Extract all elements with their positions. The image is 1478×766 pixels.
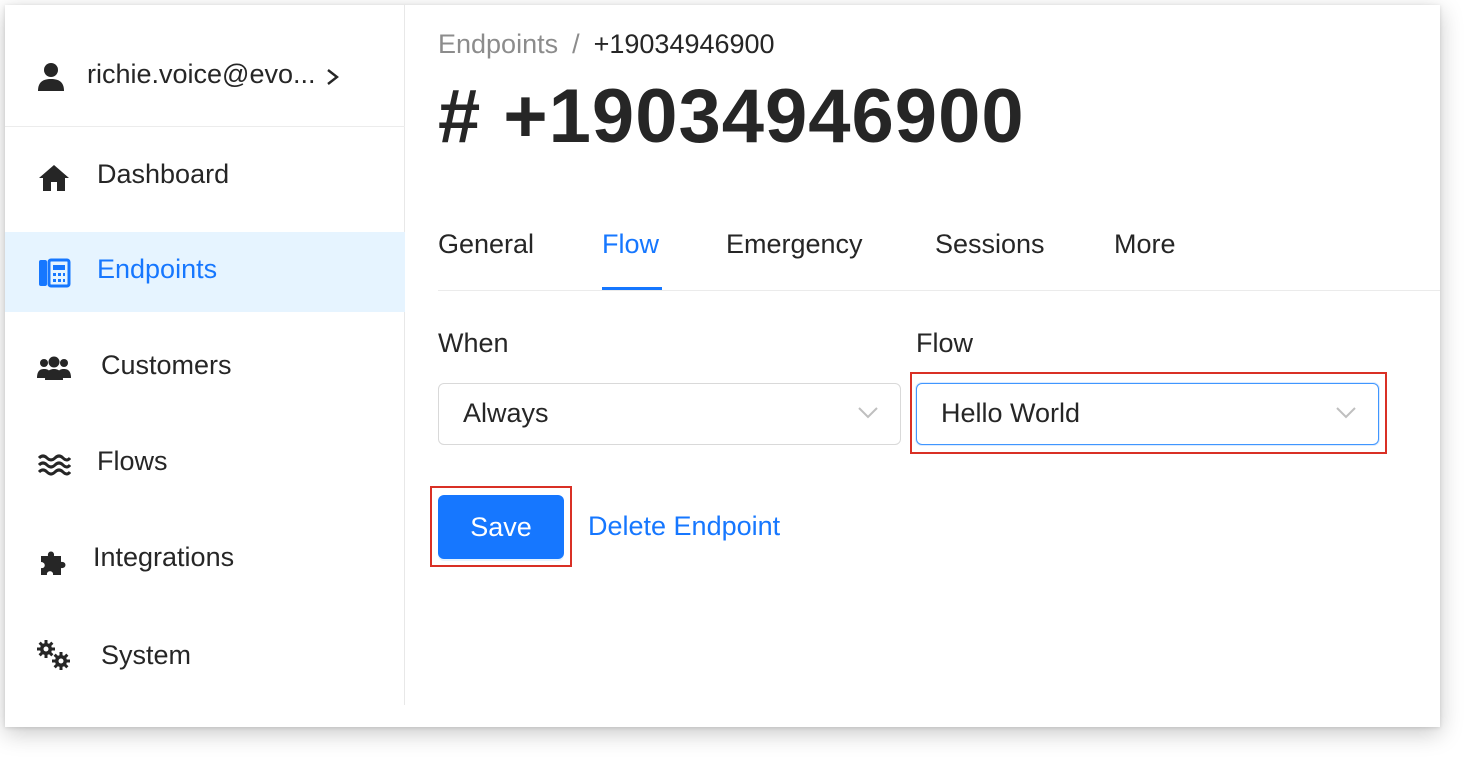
sidebar-item-label: Flows — [97, 446, 168, 476]
home-icon — [39, 165, 69, 191]
sidebar-item-label: Integrations — [93, 542, 235, 572]
endpoint-number: +19034946900 — [503, 74, 1025, 159]
phone-building-icon — [39, 258, 71, 288]
active-tab-indicator — [602, 287, 662, 290]
sidebar-item-label: Customers — [101, 350, 232, 380]
sidebar-item-flows[interactable]: Flows — [5, 424, 405, 504]
sidebar-item-endpoints[interactable]: Endpoints — [5, 232, 405, 312]
sidebar-item-label: Dashboard — [97, 159, 230, 189]
page-title: # +19034946900 — [438, 73, 1025, 160]
delete-endpoint-link[interactable]: Delete Endpoint — [588, 511, 780, 542]
tab-general[interactable]: General — [438, 229, 534, 260]
breadcrumb-separator: / — [572, 29, 580, 59]
flow-label: Flow — [916, 328, 974, 358]
user-email: richie.voice@evo... — [87, 59, 316, 89]
sidebar-item-integrations[interactable]: Integrations — [5, 520, 405, 600]
hash-icon: # — [438, 74, 482, 159]
when-select-value: Always — [463, 398, 549, 428]
save-button[interactable]: Save — [438, 495, 564, 559]
puzzle-icon — [41, 551, 66, 575]
sidebar-item-customers[interactable]: Customers — [5, 328, 405, 408]
chevron-down-icon — [1336, 407, 1356, 419]
users-icon — [37, 356, 71, 380]
user-icon — [38, 63, 64, 91]
sidebar-item-label: System — [101, 640, 192, 670]
breadcrumb-current: +19034946900 — [593, 29, 775, 59]
breadcrumb-endpoints-link[interactable]: Endpoints — [438, 29, 558, 59]
when-select[interactable]: Always — [438, 383, 901, 445]
flow-select[interactable]: Hello World — [916, 383, 1379, 445]
sidebar: richie.voice@evo... Dashboard Endpoints … — [5, 5, 405, 705]
when-label: When — [438, 328, 509, 358]
waves-icon — [37, 454, 71, 476]
app-window: richie.voice@evo... Dashboard Endpoints … — [5, 5, 1440, 727]
tab-flow[interactable]: Flow — [602, 229, 659, 260]
user-menu[interactable]: richie.voice@evo... — [5, 27, 405, 127]
tab-more[interactable]: More — [1114, 229, 1176, 260]
tab-sessions[interactable]: Sessions — [935, 229, 1045, 260]
flow-select-value: Hello World — [941, 398, 1081, 428]
tab-emergency[interactable]: Emergency — [726, 229, 863, 260]
sidebar-item-dashboard[interactable]: Dashboard — [5, 137, 405, 217]
chevron-right-icon — [327, 69, 339, 85]
main-content: Endpoints / +19034946900 # +19034946900 Gen… — [405, 5, 1440, 727]
chevron-down-icon — [858, 407, 878, 419]
sidebar-item-label: Endpoints — [97, 254, 218, 284]
gears-icon — [37, 640, 70, 670]
sidebar-item-system[interactable]: System — [5, 616, 405, 696]
breadcrumb: Endpoints / +19034946900 — [438, 29, 775, 60]
tab-bar: General Flow Emergency Sessions More — [438, 215, 1440, 291]
